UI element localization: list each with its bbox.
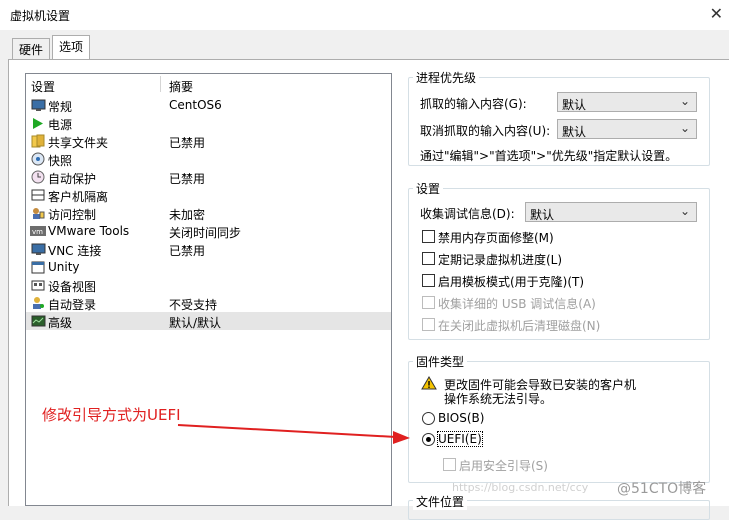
- annotation-arrow: [177, 424, 410, 444]
- brand-watermark: @51CTO博客: [617, 481, 707, 497]
- url-watermark: https://blog.csdn.net/ccy: [452, 481, 589, 494]
